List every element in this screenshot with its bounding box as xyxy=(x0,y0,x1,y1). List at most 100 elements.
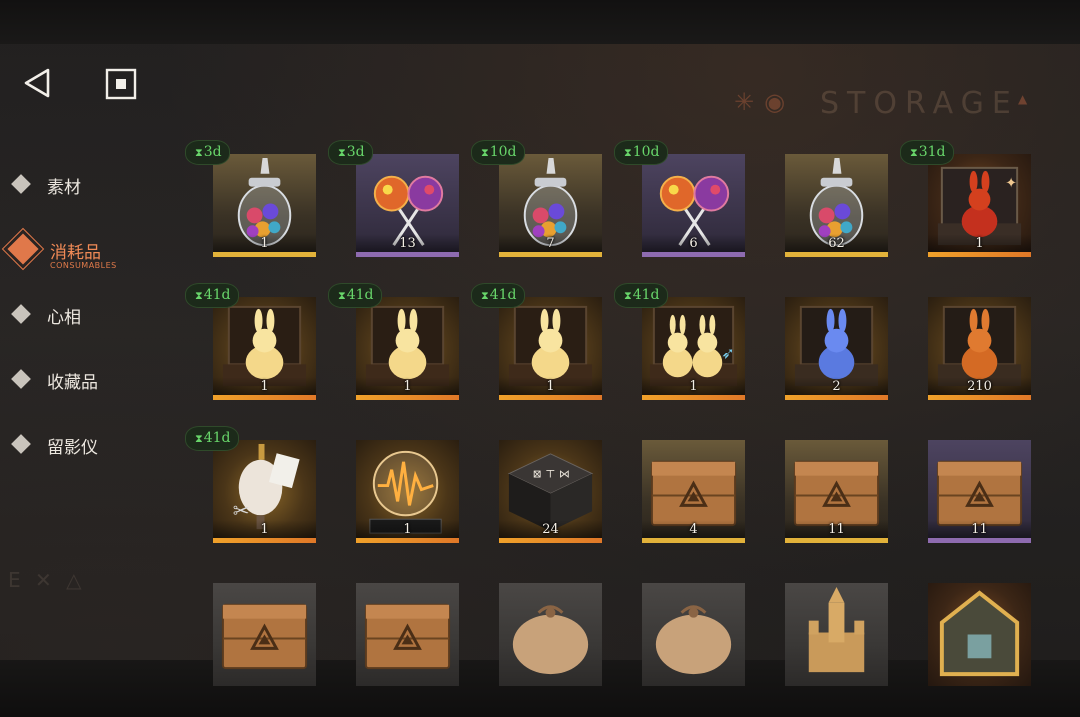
hourglass-icon: ⧗ xyxy=(481,289,489,302)
rarity-bar xyxy=(642,252,745,257)
inventory-slot[interactable]: 4 xyxy=(614,424,745,543)
item-card: ➶ 1 xyxy=(642,297,745,400)
inventory-slot[interactable]: 210 xyxy=(900,281,1031,400)
diamond-icon xyxy=(11,434,31,454)
rarity-bar xyxy=(356,395,459,400)
inventory-slot[interactable]: ✂ 1 ⧗41d xyxy=(185,424,316,543)
sidebar-item-consumables[interactable]: 消耗品 CONSUMABLES xyxy=(0,228,160,272)
triangle-deco-icon: ▲ xyxy=(1018,92,1028,106)
inventory-slot[interactable]: 1 ⧗41d xyxy=(185,281,316,400)
inventory-slot[interactable]: 1 ⧗41d xyxy=(328,281,459,400)
sidebar-item-psychube[interactable]: 心相 xyxy=(0,292,160,336)
storage-emblem-icon: ✳ ◉ xyxy=(734,88,786,116)
inventory-slot[interactable]: 62 xyxy=(757,138,888,257)
item-quantity: 7 xyxy=(546,236,555,251)
item-card: 2 xyxy=(785,297,888,400)
sidebar-item-collections[interactable]: 收藏品 xyxy=(0,357,160,401)
inventory-slot[interactable]: ➶ 1 ⧗41d xyxy=(614,281,745,400)
item-card xyxy=(785,583,888,686)
expiry-timer-badge: ⧗3d xyxy=(185,140,230,165)
timer-value: 41d xyxy=(203,430,231,446)
inventory-slot[interactable]: 11 xyxy=(757,424,888,543)
item-quantity: 1 xyxy=(975,236,984,251)
inventory-slot[interactable]: 11 xyxy=(900,424,1031,543)
timer-value: 10d xyxy=(632,144,660,160)
item-quantity: 1 xyxy=(260,522,269,537)
square-home-icon xyxy=(105,68,137,100)
item-card: 1 xyxy=(499,297,602,400)
sidebar-item-materials[interactable]: 素材 xyxy=(0,162,160,206)
item-card: 1 xyxy=(356,440,459,543)
rarity-bar xyxy=(356,252,459,257)
item-card xyxy=(642,583,745,686)
rarity-bar xyxy=(499,395,602,400)
inventory-slot[interactable]: 13 ⧗3d xyxy=(328,138,459,257)
hourglass-icon: ⧗ xyxy=(195,432,203,445)
home-button[interactable] xyxy=(103,66,139,102)
timer-value: 41d xyxy=(489,287,517,303)
item-card: 11 xyxy=(928,440,1031,543)
item-card: ✂ 1 xyxy=(213,440,316,543)
inventory-slot[interactable] xyxy=(900,567,1031,686)
inventory-slot[interactable]: 7 ⧗10d xyxy=(471,138,602,257)
cloth-sack-icon xyxy=(655,605,732,675)
inventory-slot[interactable]: 2 xyxy=(757,281,888,400)
item-card xyxy=(213,583,316,686)
back-button[interactable] xyxy=(20,64,58,102)
inventory-slot[interactable]: ✦ 1 ⧗31d xyxy=(900,138,1031,257)
item-card: 13 xyxy=(356,154,459,257)
inventory-slot[interactable] xyxy=(471,567,602,686)
timer-value: 41d xyxy=(203,287,231,303)
item-quantity: 1 xyxy=(260,379,269,394)
item-quantity: 1 xyxy=(403,522,412,537)
item-card xyxy=(928,583,1031,686)
item-quantity: 13 xyxy=(399,236,416,251)
hourglass-icon: ⧗ xyxy=(338,146,346,159)
rarity-bar xyxy=(499,252,602,257)
diamond-icon xyxy=(7,233,39,265)
item-quantity: 24 xyxy=(542,522,559,537)
expiry-timer-badge: ⧗10d xyxy=(614,140,668,165)
expiry-timer-badge: ⧗41d xyxy=(471,283,525,308)
rarity-bar xyxy=(213,395,316,400)
rarity-bar xyxy=(928,538,1031,543)
inventory-slot[interactable]: 1 ⧗41d xyxy=(471,281,602,400)
rarity-bar xyxy=(213,538,316,543)
hourglass-icon: ⧗ xyxy=(624,289,632,302)
item-card: ⊠ ⊤ ⋈ 24 xyxy=(499,440,602,543)
top-band xyxy=(0,0,1080,44)
inventory-slot[interactable]: ⊠ ⊤ ⋈ 24 xyxy=(471,424,602,543)
item-quantity: 6 xyxy=(689,236,698,251)
timer-value: 10d xyxy=(489,144,517,160)
sidebar-item-label: 收藏品 xyxy=(47,373,98,393)
inventory-slot[interactable] xyxy=(614,567,745,686)
item-quantity: 1 xyxy=(546,379,555,394)
expiry-timer-badge: ⧗10d xyxy=(471,140,525,165)
back-triangle-icon xyxy=(24,68,50,98)
hourglass-icon: ⧗ xyxy=(195,289,203,302)
inventory-slot[interactable] xyxy=(185,567,316,686)
svg-text:⊠ ⊤ ⋈: ⊠ ⊤ ⋈ xyxy=(533,468,570,481)
sidebar-item-camera[interactable]: 留影仪 xyxy=(0,422,160,466)
inventory-slot[interactable]: 1 xyxy=(328,424,459,543)
svg-text:➶: ➶ xyxy=(721,343,734,362)
expiry-timer-badge: ⧗41d xyxy=(185,426,239,451)
timer-value: 41d xyxy=(346,287,374,303)
rarity-bar xyxy=(356,538,459,543)
item-card xyxy=(499,583,602,686)
item-quantity: 210 xyxy=(967,379,992,394)
inventory-slot[interactable]: 1 ⧗3d xyxy=(185,138,316,257)
rarity-bar xyxy=(213,252,316,257)
inventory-slot[interactable]: 6 ⧗10d xyxy=(614,138,745,257)
inventory-slot[interactable] xyxy=(757,567,888,686)
sidebar-item-label: 素材 xyxy=(47,178,81,198)
rarity-bar xyxy=(785,252,888,257)
inventory-slot[interactable] xyxy=(328,567,459,686)
timer-value: 41d xyxy=(632,287,660,303)
hourglass-icon: ⧗ xyxy=(624,146,632,159)
item-quantity: 4 xyxy=(689,522,698,537)
rarity-bar xyxy=(785,395,888,400)
item-card: ✦ 1 xyxy=(928,154,1031,257)
sidebar-item-label: 消耗品 xyxy=(50,243,101,263)
timer-value: 31d xyxy=(918,144,946,160)
